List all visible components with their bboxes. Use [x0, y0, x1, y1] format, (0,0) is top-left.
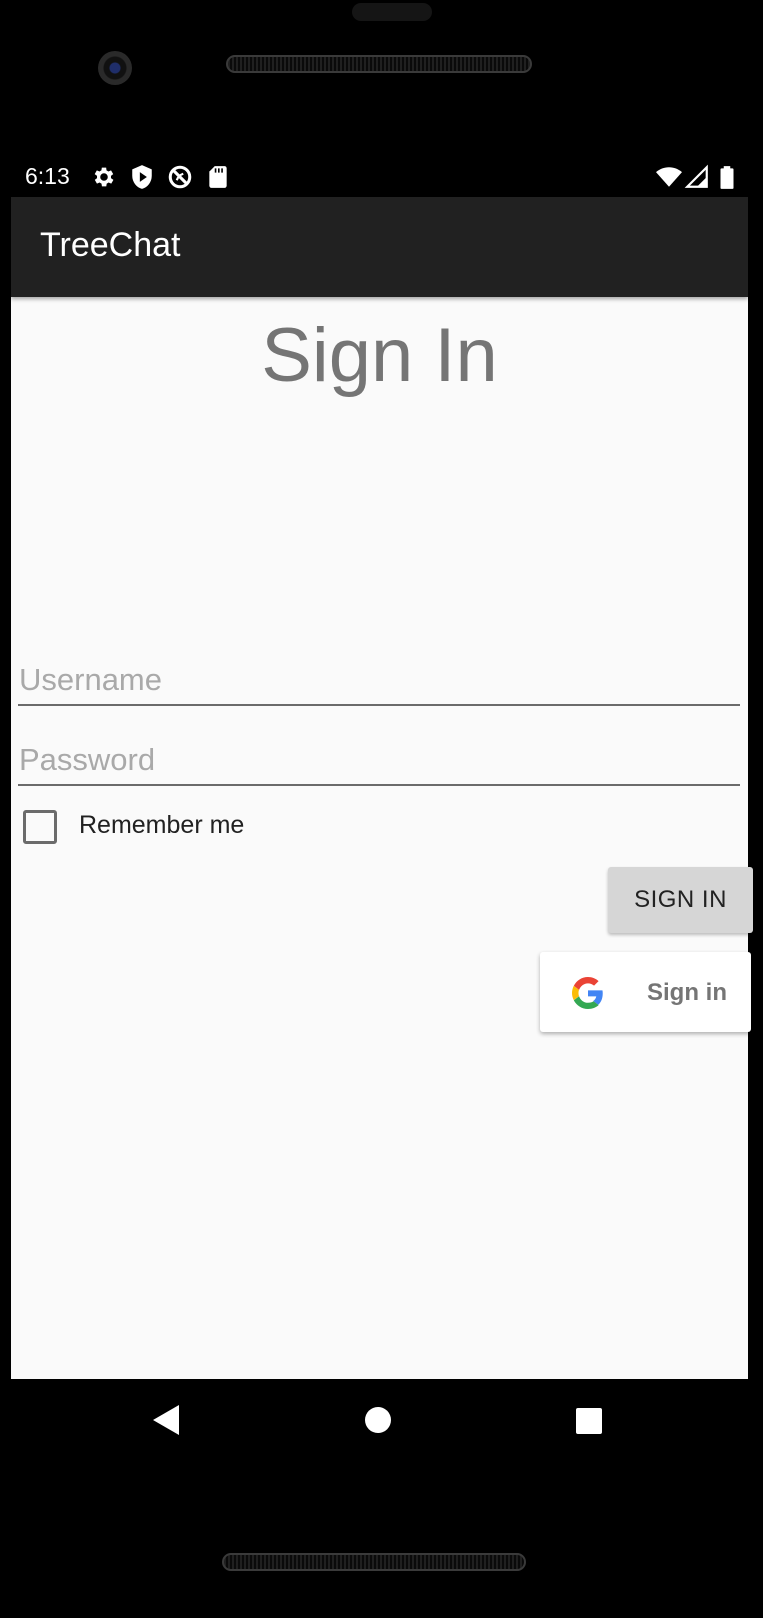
gear-icon [94, 167, 114, 187]
app-bar: TreeChat [11, 197, 748, 297]
front-camera [98, 51, 132, 85]
bottom-speaker [222, 1553, 526, 1571]
page-title: Sign In [261, 313, 498, 398]
remember-me-label: Remember me [79, 811, 245, 839]
app-title: TreeChat [40, 226, 181, 264]
status-bar: 6:13 [11, 155, 748, 197]
google-sign-in-label: Sign in [647, 979, 727, 1006]
sign-in-button[interactable]: SIGN IN [608, 867, 753, 933]
google-sign-in-button[interactable]: Sign in [540, 952, 751, 1032]
cell-signal-icon [684, 164, 708, 188]
remember-me-checkbox[interactable] [23, 810, 57, 844]
navigation-bar [11, 1379, 748, 1469]
top-notch [352, 3, 432, 21]
earpiece-speaker [226, 55, 532, 73]
home-icon[interactable] [364, 1406, 392, 1434]
password-field[interactable] [18, 736, 740, 786]
recents-icon[interactable] [576, 1408, 602, 1434]
username-field[interactable] [18, 656, 740, 706]
shield-play-icon [132, 165, 152, 189]
google-logo-icon [572, 977, 603, 1009]
app-screen: TreeChat Sign In Remember me SIGN IN Sig… [11, 197, 753, 1379]
status-time: 6:13 [25, 163, 70, 189]
battery-icon [720, 166, 734, 189]
sign-in-button-label: SIGN IN [634, 886, 727, 913]
back-icon[interactable] [151, 1403, 181, 1437]
sd-card-icon [209, 166, 227, 188]
wifi-icon [656, 167, 682, 187]
blocked-circle-icon [168, 165, 192, 189]
